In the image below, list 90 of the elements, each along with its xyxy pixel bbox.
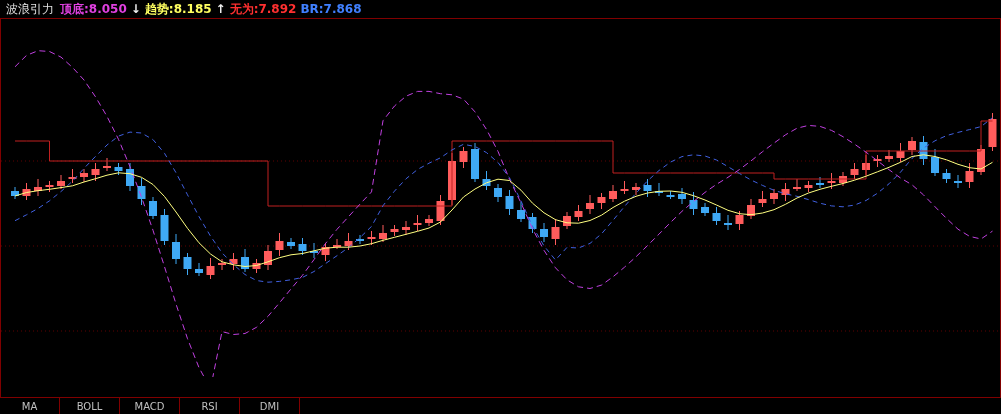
candlestick [609,184,617,203]
candlestick [942,168,951,184]
candlestick [551,218,560,246]
candlestick [218,258,226,271]
candlestick [195,262,203,277]
candlestick [632,182,640,196]
candlestick [22,182,31,201]
candlestick [712,206,721,226]
candlestick [206,257,215,280]
candlestick [701,202,709,217]
candlestick [965,162,974,189]
candlestick [379,224,387,243]
candlestick [91,162,100,182]
candlestick [310,242,318,259]
candlestick [367,230,376,246]
candlestick [724,214,732,231]
candlestick [114,162,123,176]
indicator-reading: BR:7.868 [300,2,362,16]
candlestick [540,222,548,243]
candlestick [770,188,778,205]
candlestick [298,237,307,256]
indicator-reading: 无为:7.892 [229,0,297,18]
candlestick [873,154,882,168]
candlestick [80,168,88,183]
candlestick [689,191,698,216]
candlestick [11,186,19,200]
candlestick [252,258,261,274]
indicator-reading: 顶底:8.050 [60,0,127,18]
candlestick [137,177,146,206]
candlestick [287,237,295,250]
candlestick [68,168,77,184]
candlestick [988,112,997,152]
candlestick [839,171,847,187]
candlestick [413,214,422,232]
candlestick [275,232,284,257]
candlestick [931,148,939,177]
candlestick [229,252,238,271]
candlestick [344,232,353,251]
candlestick [160,208,169,246]
indicator-reading: 趋势:8.185 [144,0,212,18]
candlestick [735,210,744,231]
candlestick [436,194,445,226]
candlestick [954,174,962,189]
candlestick [241,248,249,273]
candlestick [586,194,594,215]
candlestick [827,172,836,190]
candlestick [850,162,859,180]
candlestick [34,178,42,197]
candlestick [655,182,663,197]
candlestick [908,136,916,156]
candlestick [57,174,65,190]
candlestick [574,204,583,222]
candlestick [896,142,905,163]
candlestick [678,187,686,205]
candlestick [597,192,606,210]
candlestick [816,176,824,189]
candlestick [390,224,399,237]
candlestick [494,183,502,203]
candlestick [471,142,479,183]
candlestick [459,146,468,169]
candlestick [747,198,755,220]
candlestick [321,242,330,262]
candlestick [781,182,790,202]
candlestick [804,180,813,193]
candlestick [482,170,491,191]
candlestick [149,196,157,220]
candlestick [264,244,272,271]
candlestick [103,157,111,172]
candlestick [919,135,928,166]
candlestick [402,220,410,236]
candlestick [643,178,652,198]
candlestick [425,214,433,227]
candlestick [183,252,192,276]
candlestick [528,212,537,234]
candlestick [172,233,180,265]
candlestick [563,211,571,230]
candlestick [333,238,341,250]
candlestick [885,149,893,163]
candlestick [758,190,767,208]
candlestick [505,189,514,216]
candlestick [620,180,629,195]
candlestick [45,180,54,193]
candlestick [356,234,364,245]
indicator-title: 波浪引力 [6,0,54,18]
candlestick [126,162,134,192]
candlestick [793,178,801,192]
candlestick [517,201,525,223]
arrow-glyph: ↓ [130,2,141,16]
candlestick [666,190,675,200]
arrow-glyph: ↑ [215,2,226,16]
